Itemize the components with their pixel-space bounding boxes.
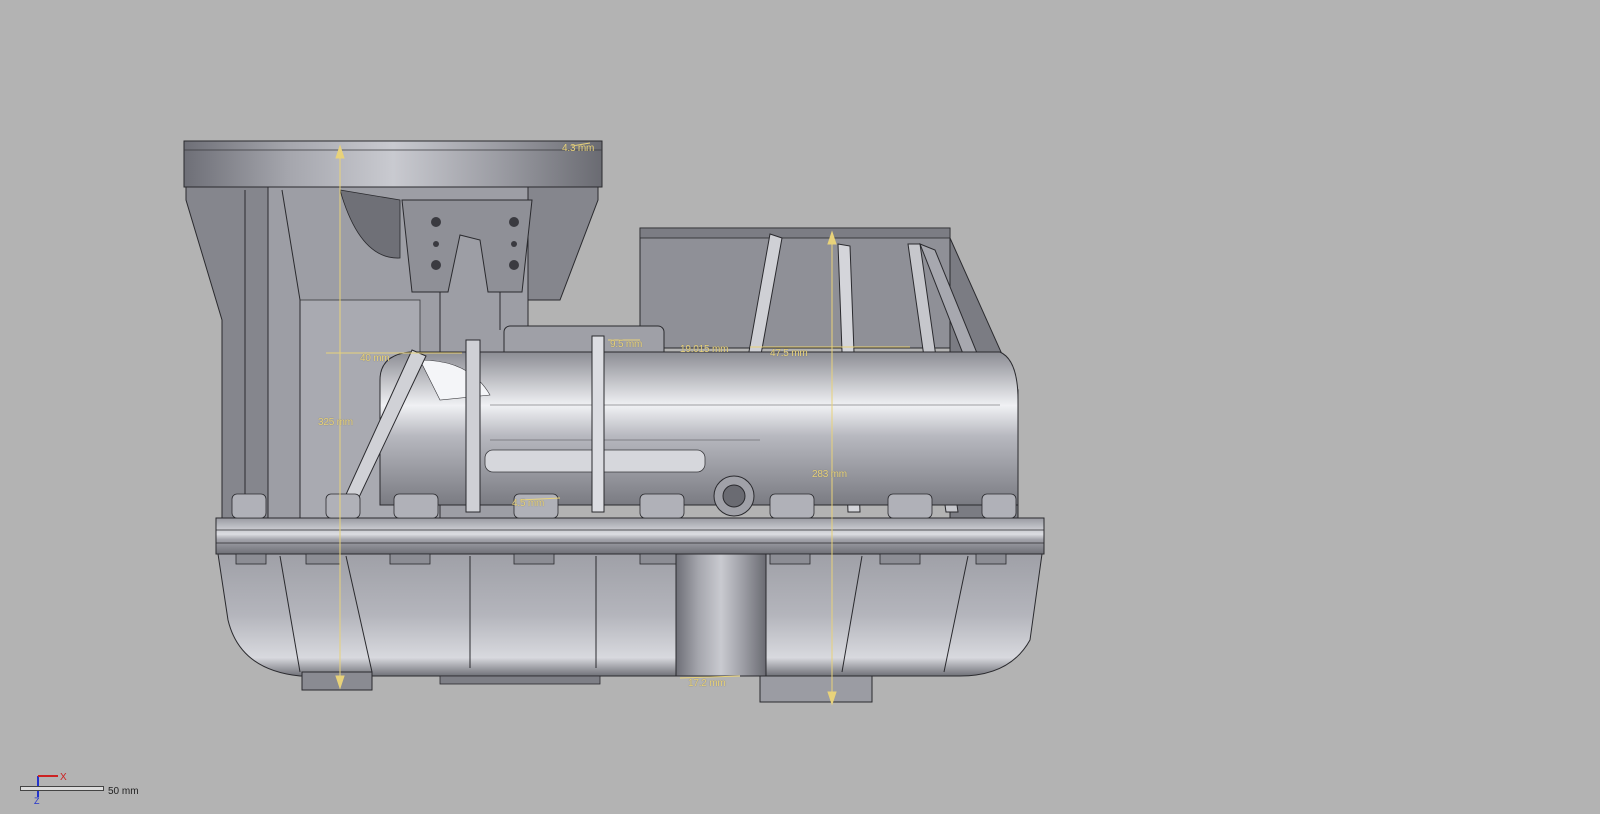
triad-z-label: Z [34, 796, 40, 806]
scale-label: 50 mm [108, 786, 139, 797]
dimension-label[interactable]: 40 mm [360, 353, 390, 364]
dimension-label[interactable]: 19.015 mm [680, 344, 728, 355]
cad-viewport[interactable]: X Z [0, 0, 1600, 814]
central-tube [337, 325, 1019, 517]
dimension-label[interactable]: 17.2 mm [688, 678, 726, 689]
triad-x-label: X [60, 772, 67, 783]
dimension-label[interactable]: 9.5 mm [610, 339, 642, 350]
dimension-label[interactable]: 4.5 mm [512, 498, 544, 509]
dimension-label[interactable]: 325 mm [318, 417, 353, 428]
dimension-label[interactable]: 283 mm [812, 469, 847, 480]
dimension-label[interactable]: 47.5 mm [770, 348, 808, 359]
scale-bar [20, 786, 104, 791]
dimension-label[interactable]: 4.3 mm [562, 143, 594, 154]
